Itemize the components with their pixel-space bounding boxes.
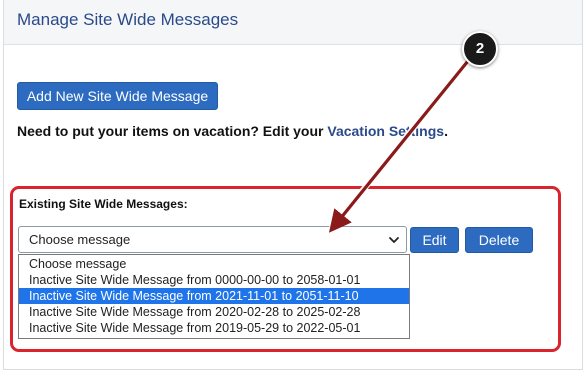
chevron-down-icon [389,237,399,243]
vacation-suffix: . [444,123,448,139]
vacation-settings-link[interactable]: Vacation Settings [327,123,444,139]
vacation-notice: Need to put your items on vacation? Edit… [17,123,448,139]
screenshot-stage: Manage Site Wide Messages Add New Site W… [0,0,586,380]
panel-header: Manage Site Wide Messages [4,0,582,45]
delete-button[interactable]: Delete [465,227,533,253]
add-message-button[interactable]: Add New Site Wide Message [17,82,218,110]
option-item[interactable]: Inactive Site Wide Message from 2020-02-… [19,304,409,320]
message-select[interactable]: Choose message [18,226,407,253]
option-item[interactable]: Inactive Site Wide Message from 0000-00-… [19,272,409,288]
message-options-list: Choose message Inactive Site Wide Messag… [18,254,410,339]
option-item[interactable]: Inactive Site Wide Message from 2019-05-… [19,320,409,336]
select-current-value: Choose message [29,232,131,247]
existing-messages-label: Existing Site Wide Messages: [19,197,188,211]
step-number-badge: 2 [462,31,498,67]
vacation-prefix: Need to put your items on vacation? Edit… [17,123,328,139]
option-item[interactable]: Choose message [19,256,409,272]
edit-button[interactable]: Edit [410,227,459,253]
option-item-selected[interactable]: Inactive Site Wide Message from 2021-11-… [19,288,409,304]
page-title: Manage Site Wide Messages [17,10,239,29]
